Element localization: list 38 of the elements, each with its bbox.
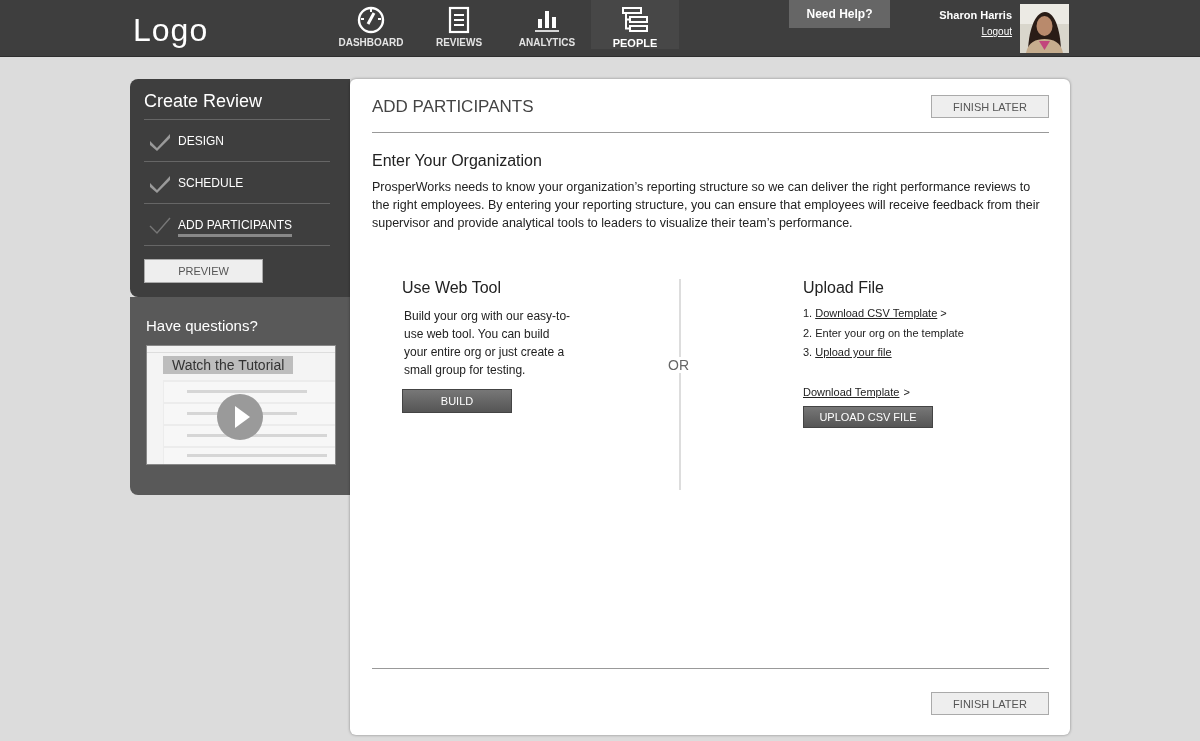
download-template-link[interactable]: Download Template [803,385,900,398]
step-link[interactable]: Upload your file [815,346,892,366]
option-title: Upload File [803,279,885,297]
step-number: 3. [803,346,813,360]
or-label: OR [668,357,689,373]
gauge-icon [357,6,385,34]
chevron-text: > [940,307,947,321]
option-text: Build your org with our easy-to-use web tool. You can build your entire org or just create a small group for testing. [404,308,572,379]
nav-item[interactable]: DASHBOARD [327,0,415,49]
step-link[interactable]: ADD PARTICIPANTS [178,217,293,237]
play-button-icon [217,394,263,440]
option-title: Use Web Tool [402,279,502,297]
user-name: Sharon Harris [939,9,1012,21]
help-heading: Have questions? [146,317,259,334]
sidebar-title: Create Review [144,91,330,120]
step-link[interactable]: Download CSV Template [815,307,938,327]
build-button[interactable]: BUILD [402,389,512,413]
chevron-text: > [903,385,910,398]
tutorial-title: Watch the Tutorial [163,356,294,374]
finish-later-button[interactable]: FINISH LATER [931,95,1049,118]
step-text: Enter your org on the template [815,326,964,341]
page-title: ADD PARTICIPANTS [372,96,534,117]
logo: Logo [133,12,210,49]
intro-text: ProsperWorks needs to know your organization’s reporting structure so we can deliver the right performance reviews to the right employees. By entering your reporting structure, you can ensure that employees will receive feedback from their supervisor and provide analytical tools to leaders to visualize their team’s performance. [372,179,1041,232]
step-link[interactable]: SCHEDULE [178,175,244,190]
help-button[interactable]: Need Help? [789,0,890,28]
step-number: 1. [803,307,813,321]
upload-csv-button[interactable]: UPLOAD CSV FILE [803,405,933,428]
logout-link[interactable]: Logout [981,26,1012,37]
nav-item[interactable]: PEOPLE [591,0,679,49]
nav-item[interactable]: REVIEWS [415,0,503,49]
section-heading: Enter Your Organization [372,152,543,170]
step-number: 2. [803,326,813,341]
hierarchy-icon [621,6,649,34]
nav-item[interactable]: ANALYTICS [503,0,591,49]
preview-button[interactable]: PREVIEW [144,259,263,283]
step-link[interactable]: DESIGN [178,133,224,148]
finish-later-button[interactable]: FINISH LATER [931,692,1049,715]
